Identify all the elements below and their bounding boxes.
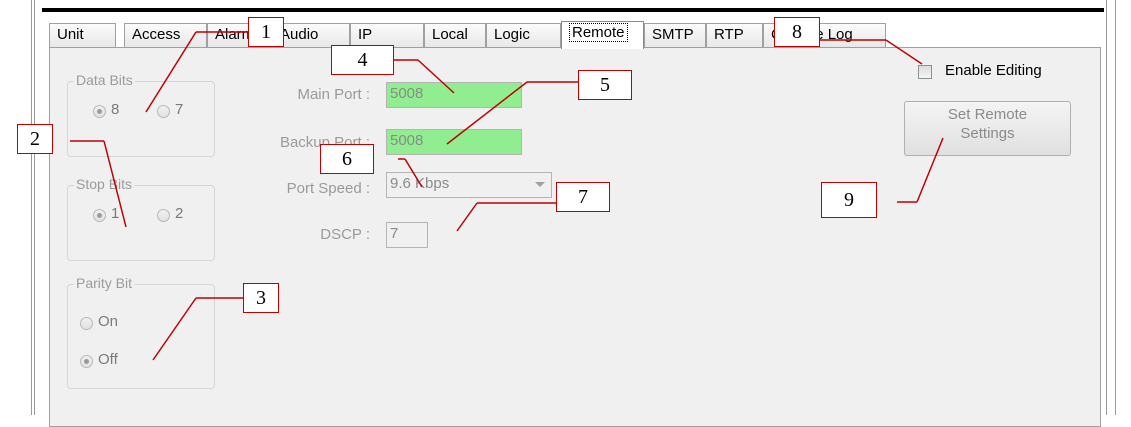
callout-8: 8 [774,17,820,47]
callout-2: 2 [17,124,53,154]
callout-3-line-b [152,297,197,361]
callout-9: 9 [821,182,877,218]
callout-5: 5 [578,70,632,100]
callout-3: 3 [243,283,279,313]
callout-9-line-b [916,137,944,203]
callout-5-line-b [446,81,528,145]
callout-1: 1 [248,17,284,47]
callout-7-line-b [456,202,478,232]
callout-8-line-b [885,39,923,65]
callout-1-line-b [145,31,197,113]
callout-4-line-b [417,59,455,94]
callout-2-line-b [103,140,127,228]
callout-4: 4 [331,45,394,75]
callout-6-line-b [404,158,423,188]
callout-6: 6 [320,144,374,174]
callout-7: 7 [556,182,610,212]
